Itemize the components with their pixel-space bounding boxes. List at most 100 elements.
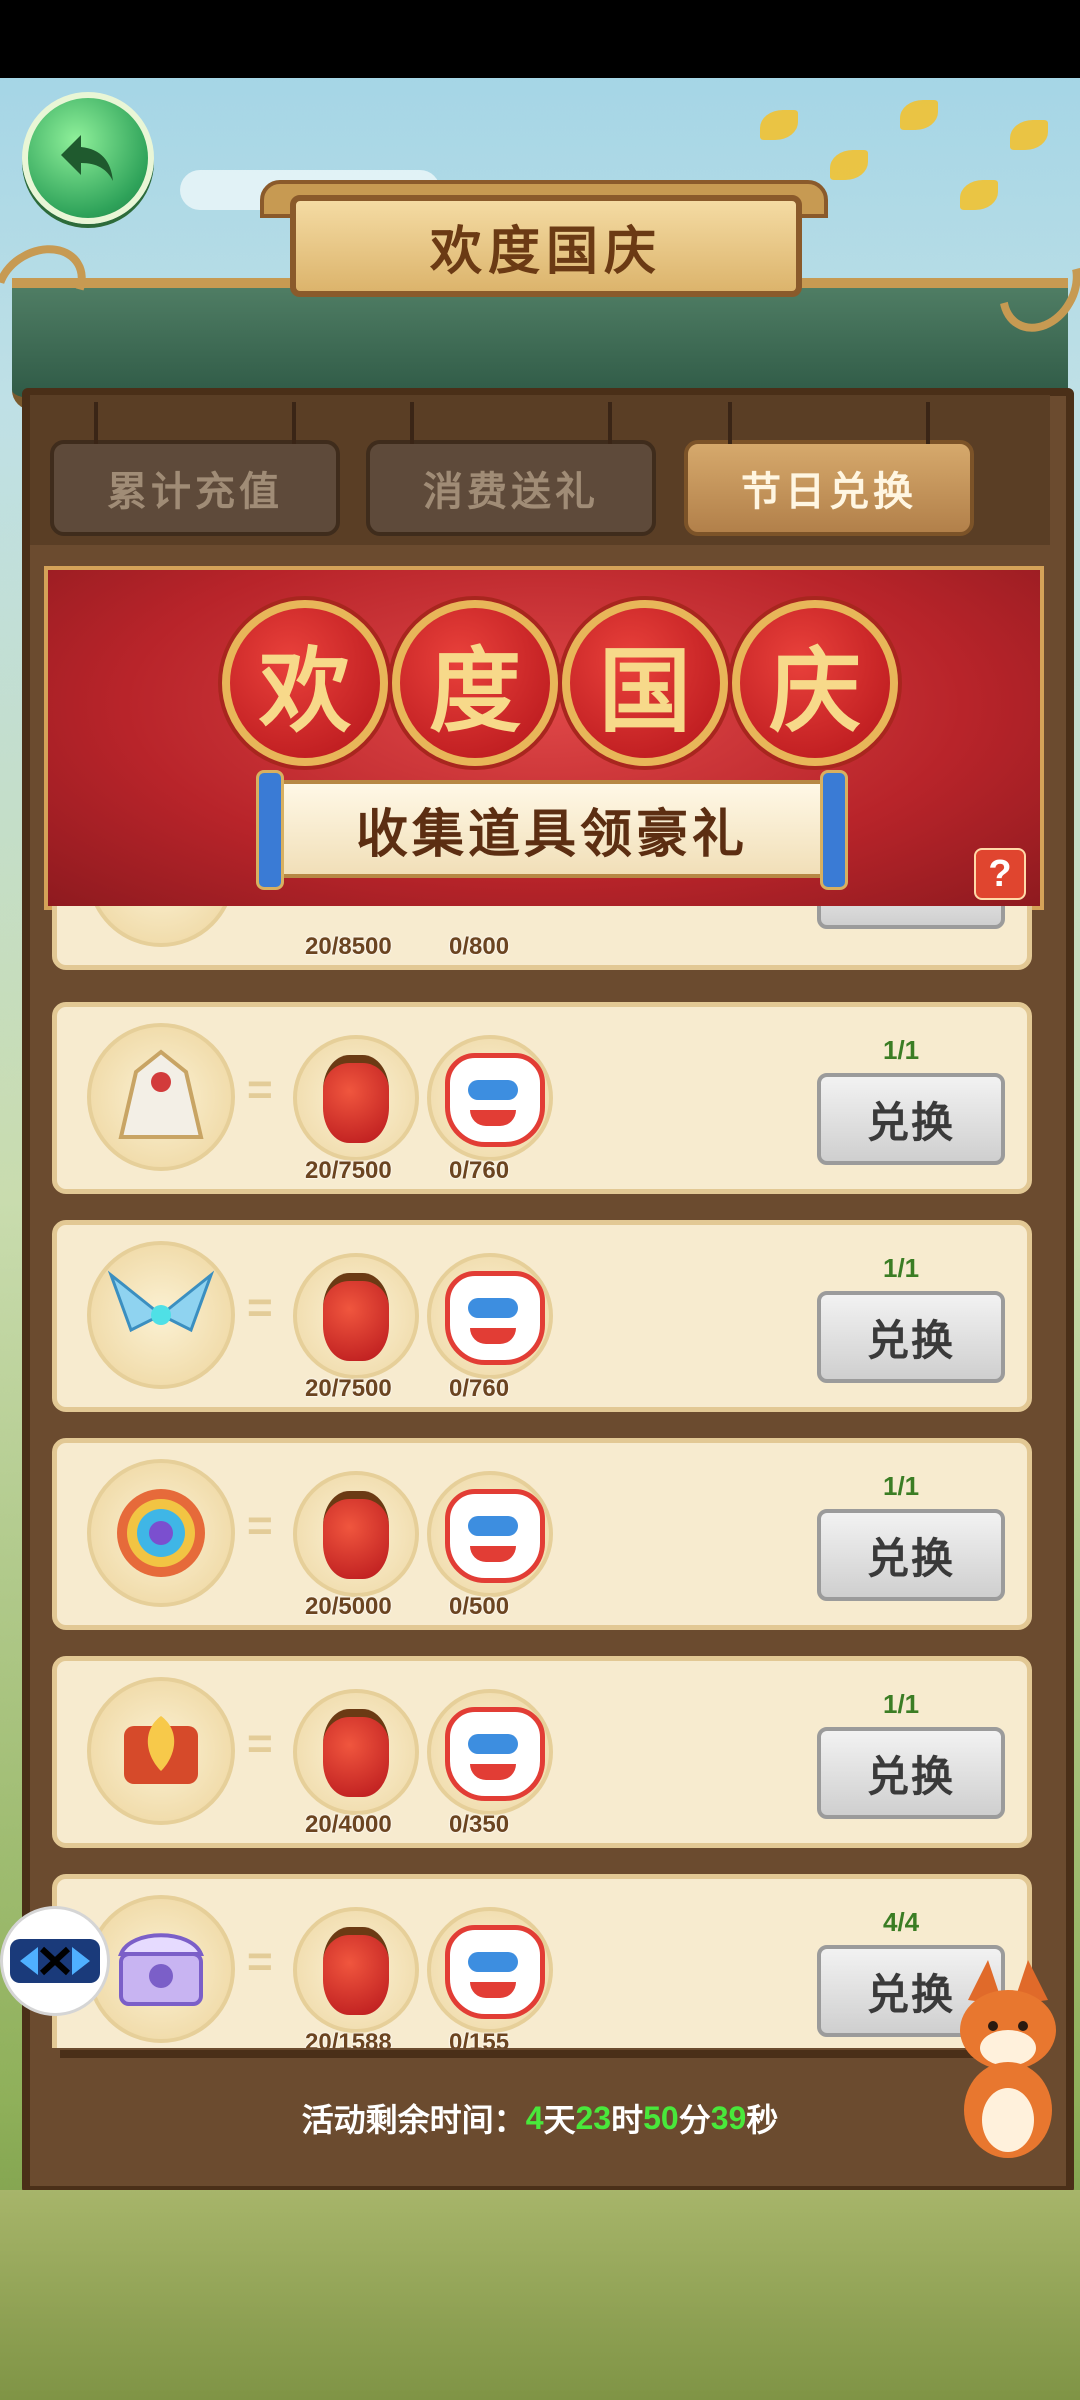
lion-material[interactable] xyxy=(427,1253,553,1379)
reward-icon-frame[interactable] xyxy=(87,1459,235,1607)
exchange-row: = 20/7500 0/760 1/1 兑换 xyxy=(52,1002,1032,1194)
white-robe-costume-icon xyxy=(118,1049,204,1139)
lion-dance-head-icon xyxy=(445,1707,545,1801)
lion-material[interactable] xyxy=(427,1035,553,1161)
exchange-row: = 20/4000 0/350 1/1 兑换 xyxy=(52,1656,1032,1848)
ginkgo-leaf-decoration xyxy=(1010,120,1048,150)
exchange-button-label: 兑换 xyxy=(866,1752,955,1800)
lantern-material[interactable] xyxy=(293,1253,419,1379)
countdown-hours: 23 xyxy=(575,2099,612,2136)
tab-label: 累计充值 xyxy=(107,470,283,514)
countdown-days-unit: 天 xyxy=(543,2102,576,2138)
banner-character-text: 度 xyxy=(428,640,521,743)
lantern-count: 20/1588 xyxy=(305,2029,392,2048)
purple-mount-icon xyxy=(116,906,206,918)
ginkgo-leaf-decoration xyxy=(900,100,938,130)
rainbow-portal-icon xyxy=(117,1489,205,1577)
equals-sign: = xyxy=(247,1501,273,1550)
back-arrow-icon xyxy=(61,135,113,181)
exchange-limit: 1/1 xyxy=(883,1471,920,1501)
tab-rope xyxy=(608,402,612,444)
ginkgo-leaf-decoration xyxy=(960,180,998,210)
countdown-hours-unit: 时 xyxy=(611,2102,644,2138)
lion-count: 0/760 xyxy=(449,1157,510,1184)
lantern-count: 20/5000 xyxy=(305,1593,392,1620)
reward-icon-frame[interactable] xyxy=(87,1023,235,1171)
purple-treasure-chest-icon xyxy=(118,1933,204,2006)
lantern-material[interactable] xyxy=(293,1471,419,1597)
lion-material[interactable] xyxy=(427,1471,553,1597)
tab-rope xyxy=(410,402,414,444)
exchange-button[interactable]: 兑换 xyxy=(817,1291,1005,1383)
exchange-limit: 4/4 xyxy=(883,1907,920,1937)
lion-material[interactable] xyxy=(427,1689,553,1815)
lion-material[interactable] xyxy=(427,1907,553,2033)
exchange-row: = 20/1588 0/155 4/4 兑换 xyxy=(52,1874,1032,2048)
lantern-count: 20/8500 xyxy=(305,933,392,960)
red-lantern-icon xyxy=(323,1055,389,1143)
lion-dance-head-icon xyxy=(445,1925,545,2019)
tab-spend-gift[interactable]: 消费送礼 xyxy=(366,402,656,536)
red-lantern-icon xyxy=(323,1491,389,1579)
tab-cumulative-recharge[interactable]: 累计充值 xyxy=(50,402,340,536)
tab-rope xyxy=(292,402,296,444)
countdown-days: 4 xyxy=(525,2099,544,2136)
exchange-button[interactable]: 兑换 xyxy=(817,1073,1005,1165)
banner-character: 国 xyxy=(562,600,728,766)
reward-icon-frame[interactable] xyxy=(87,1241,235,1389)
countdown-minutes: 50 xyxy=(643,2099,679,2136)
exchange-row: 20/8500 0/800 xyxy=(52,906,1032,970)
equals-sign: = xyxy=(247,1065,273,1114)
lion-count: 0/155 xyxy=(449,2029,510,2048)
double-arrow-icon xyxy=(10,1939,100,1983)
lion-count: 0/350 xyxy=(449,1811,510,1838)
back-button[interactable] xyxy=(22,92,154,224)
exchange-button[interactable]: 兑换 xyxy=(817,1727,1005,1819)
ground-scenery xyxy=(0,2190,1080,2400)
exchange-button[interactable]: 兑换 xyxy=(817,1509,1005,1601)
lion-dance-head-icon xyxy=(445,1271,545,1365)
tab-festival-exchange[interactable]: 节日兑换 xyxy=(684,402,974,536)
reward-icon-frame[interactable] xyxy=(87,1677,235,1825)
lantern-material[interactable] xyxy=(293,1907,419,2033)
banner-character-text: 国 xyxy=(598,640,691,743)
banner-subtitle-scroll: 收集道具领豪礼 xyxy=(256,770,848,890)
fox-mascot-icon xyxy=(960,1960,1056,2158)
exchange-list[interactable]: 20/8500 0/800 = 20/7500 0/760 1/1 兑换 = 2… xyxy=(44,906,1036,2048)
ginkgo-leaf-decoration xyxy=(760,110,798,140)
exchange-limit: 1/1 xyxy=(883,1689,920,1719)
exchange-limit: 1/1 xyxy=(883,1035,920,1065)
lion-count: 0/800 xyxy=(449,933,510,960)
countdown-seconds: 39 xyxy=(710,2099,747,2136)
lantern-count: 20/7500 xyxy=(305,1157,392,1184)
exchange-button-label: 兑换 xyxy=(866,1098,955,1146)
tab-rope xyxy=(94,402,98,444)
equals-sign: = xyxy=(247,1719,273,1768)
tab-rope xyxy=(926,402,930,444)
red-lantern-icon xyxy=(323,1709,389,1797)
tab-label: 节日兑换 xyxy=(741,470,917,514)
banner-character: 欢 xyxy=(222,600,388,766)
lantern-count: 20/7500 xyxy=(305,1375,392,1402)
banner-character: 度 xyxy=(392,600,558,766)
event-banner: 欢 度 国 庆 收集道具领豪礼 ? xyxy=(44,566,1044,910)
help-button[interactable]: ? xyxy=(974,848,1026,900)
exchange-limit: 1/1 xyxy=(883,1253,920,1283)
countdown-minutes-unit: 分 xyxy=(678,2102,711,2138)
lantern-material[interactable] xyxy=(293,1035,419,1161)
exchange-button[interactable] xyxy=(817,906,1005,929)
lantern-material[interactable] xyxy=(293,1689,419,1815)
page-title: 欢度国庆 xyxy=(290,195,802,297)
floating-assistant-button[interactable] xyxy=(0,1906,110,2016)
reward-icon-frame[interactable] xyxy=(87,906,235,947)
exchange-row: = 20/7500 0/760 1/1 兑换 xyxy=(52,1220,1032,1412)
countdown-bar: 活动剩余时间： 4 天 23 时 50 分 39 秒 xyxy=(60,2050,1020,2178)
blue-wings-icon xyxy=(107,1270,215,1333)
countdown-seconds-unit: 秒 xyxy=(746,2102,779,2138)
lion-count: 0/500 xyxy=(449,1593,510,1620)
exchange-button-label: 兑换 xyxy=(866,1534,955,1582)
banner-character-text: 庆 xyxy=(768,640,861,743)
exchange-button-label: 兑换 xyxy=(866,1316,955,1364)
equals-sign: = xyxy=(247,1283,273,1332)
red-lantern-icon xyxy=(323,1927,389,2015)
